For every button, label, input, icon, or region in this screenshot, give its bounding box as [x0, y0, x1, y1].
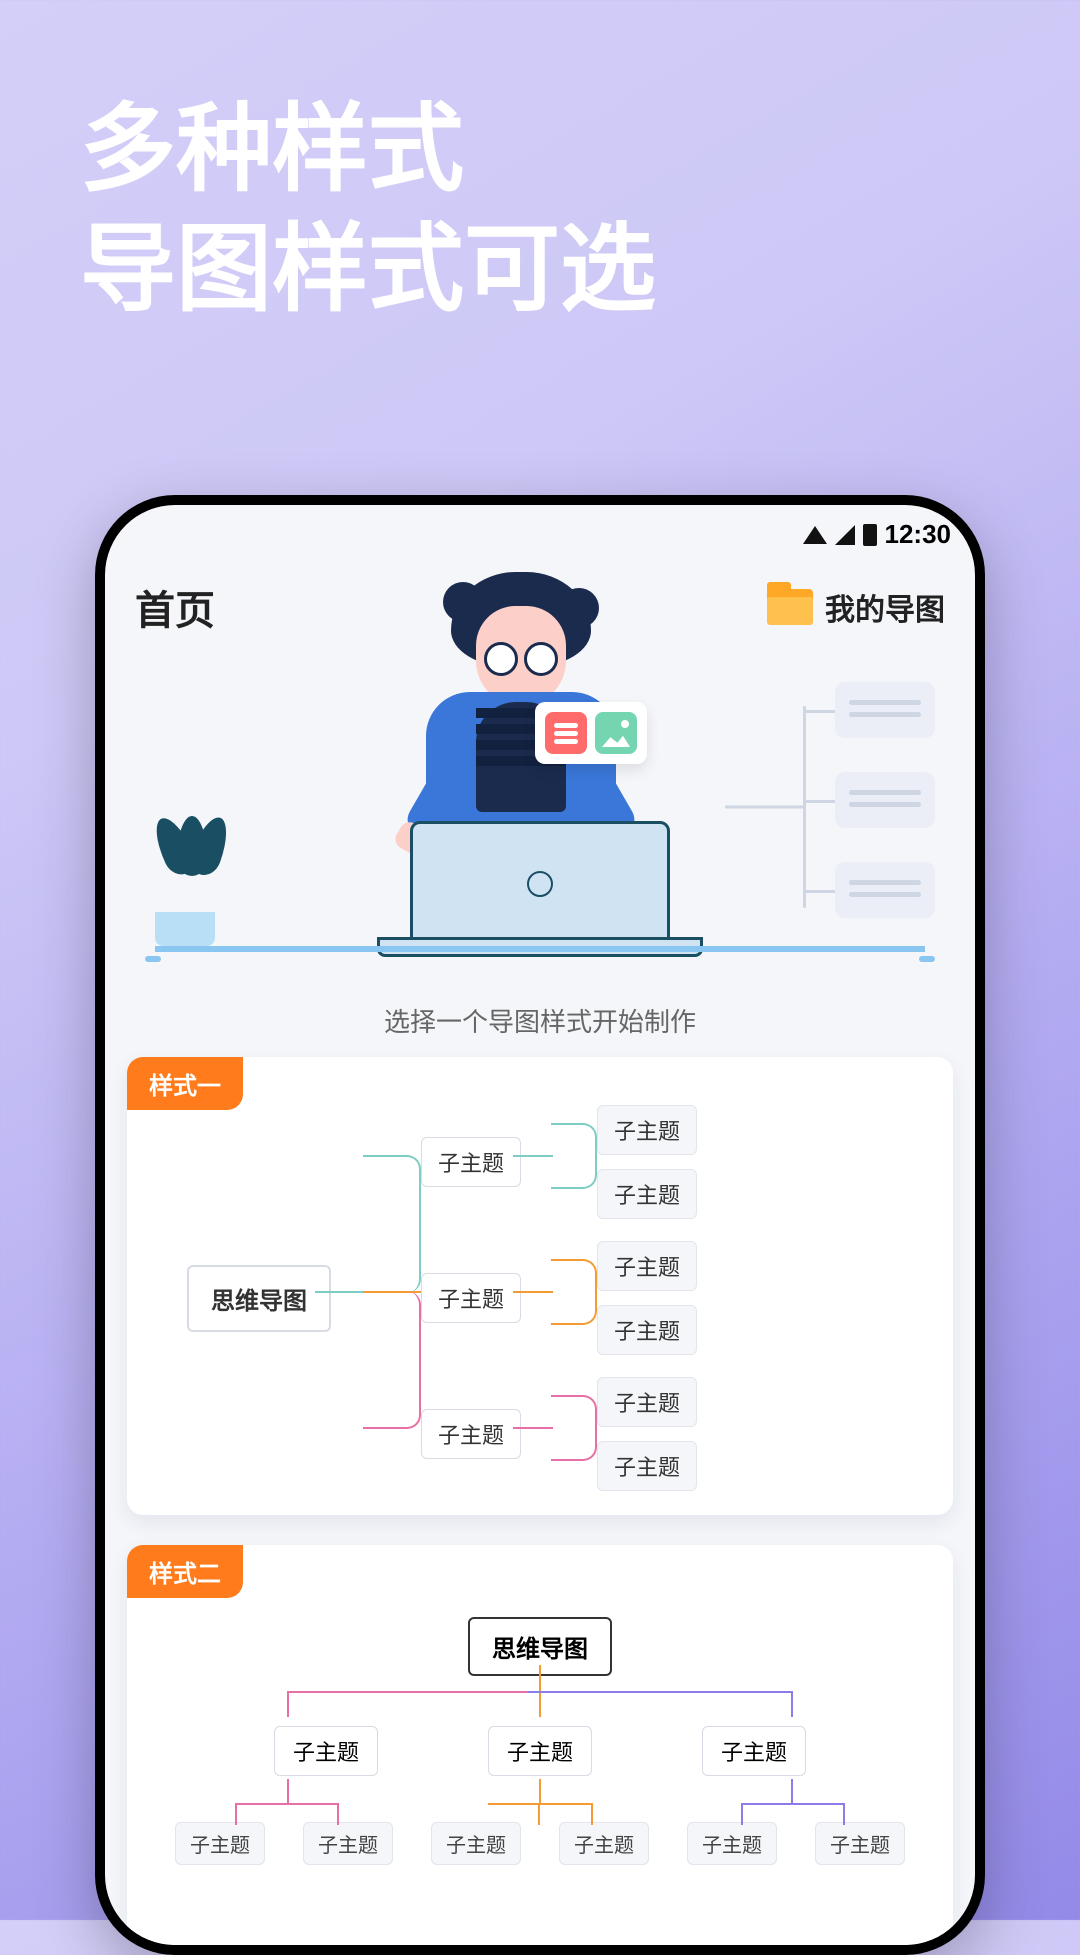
- headline: 多种样式 导图样式可选: [0, 0, 1080, 330]
- mm2-leaf-5: 子主题: [687, 1822, 777, 1865]
- mm1-leaf-4: 子主题: [597, 1305, 697, 1355]
- mm2-leaf-3: 子主题: [431, 1822, 521, 1865]
- mini-tree-icon: [725, 672, 945, 942]
- mm2-leaf-2: 子主题: [303, 1822, 393, 1865]
- mm1-leaf-5: 子主题: [597, 1377, 697, 1427]
- battery-icon: [863, 524, 877, 546]
- headline-line2: 导图样式可选: [80, 210, 1000, 330]
- mm2-leaf-6: 子主题: [815, 1822, 905, 1865]
- style-card-2[interactable]: 样式二 思维导图 子主题 子主题 子主题: [127, 1545, 953, 1945]
- laptop-icon: [410, 821, 670, 946]
- plant-icon: [155, 912, 215, 946]
- mindmap-preview-1: 思维导图 子主题 子主题 子主题 子主题 子主题 子主题: [127, 1065, 953, 1515]
- image-icon: [595, 712, 637, 754]
- mm2-mid-2: 子主题: [488, 1726, 592, 1776]
- mm1-root: 思维导图: [187, 1265, 331, 1332]
- mm1-leaf-6: 子主题: [597, 1441, 697, 1491]
- mm1-mid-2: 子主题: [421, 1273, 521, 1323]
- prompt-text: 选择一个导图样式开始制作: [105, 992, 975, 1057]
- headline-line1: 多种样式: [80, 90, 1000, 210]
- phone-screen: 12:30 首页 我的导图: [105, 505, 975, 1945]
- mm1-leaf-2: 子主题: [597, 1169, 697, 1219]
- wifi-icon: [803, 526, 827, 544]
- mm2-leaf-1: 子主题: [175, 1822, 265, 1865]
- mm2-mid-3: 子主题: [702, 1726, 806, 1776]
- mm2-mid-1: 子主题: [274, 1726, 378, 1776]
- status-time: 12:30: [885, 519, 952, 550]
- folder-icon: [767, 589, 813, 625]
- my-maps-link[interactable]: 我的导图: [767, 585, 945, 629]
- document-icon: [545, 712, 587, 754]
- signal-icon: [835, 525, 855, 545]
- mm1-mid-3: 子主题: [421, 1409, 521, 1459]
- media-bubble: [535, 702, 647, 764]
- mm2-leaf-4: 子主题: [559, 1822, 649, 1865]
- style-card-1[interactable]: 样式一 思维导图 子主题 子主题 子主题 子主题 子主题: [127, 1057, 953, 1515]
- status-bar: 12:30: [105, 505, 975, 556]
- mm1-leaf-3: 子主题: [597, 1241, 697, 1291]
- hero-illustration: [105, 662, 975, 992]
- page-title: 首页: [135, 578, 215, 636]
- mindmap-preview-2: 思维导图 子主题 子主题 子主题: [127, 1553, 953, 1945]
- phone-frame: 12:30 首页 我的导图: [95, 495, 985, 1955]
- mm1-mid-1: 子主题: [421, 1137, 521, 1187]
- my-maps-label: 我的导图: [825, 585, 945, 629]
- mm1-leaf-1: 子主题: [597, 1105, 697, 1155]
